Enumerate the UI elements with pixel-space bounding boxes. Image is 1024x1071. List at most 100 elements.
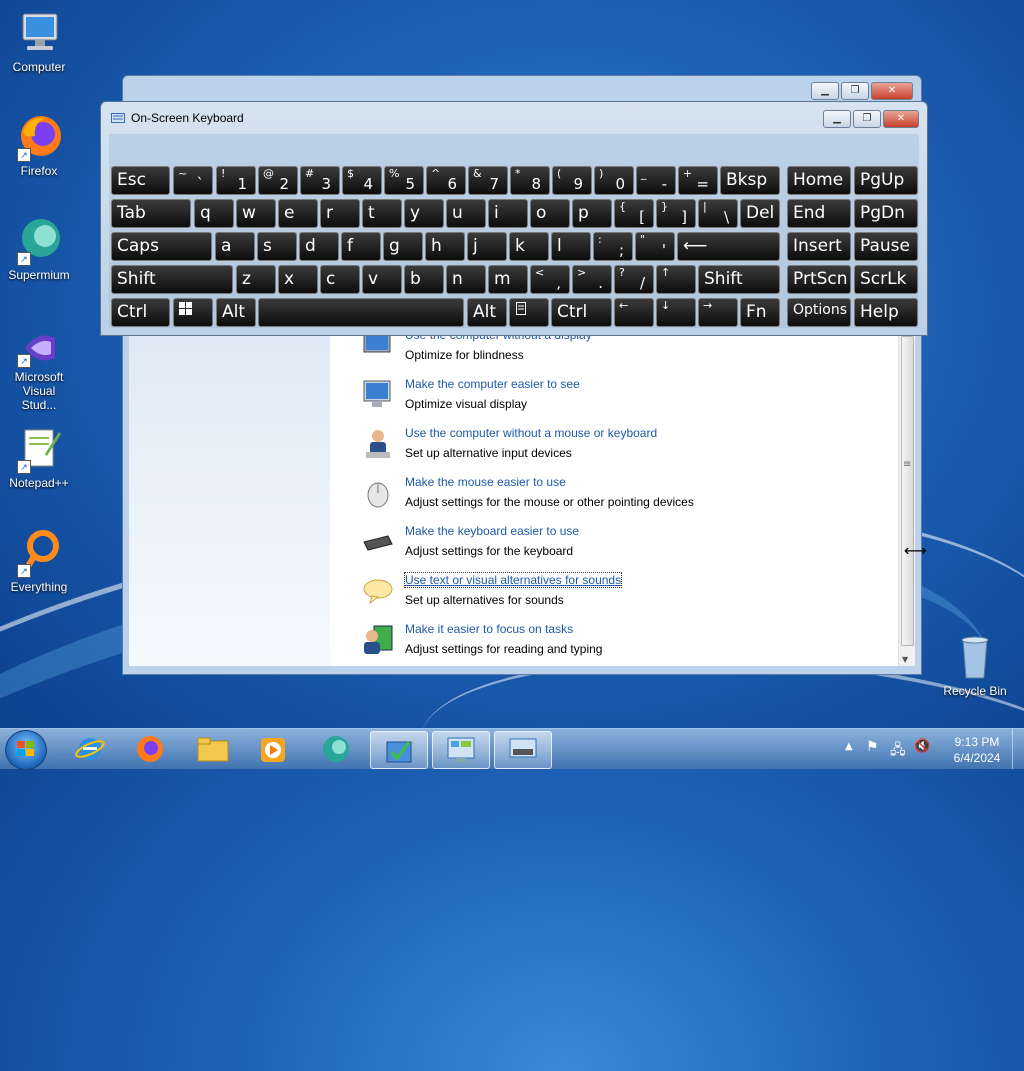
maximize-button[interactable]: ❐ [853,110,881,128]
key-t[interactable]: t [362,199,402,228]
key-6[interactable]: ^ 6 [426,166,466,195]
desktop-icon-notepadpp[interactable]: ↗ Notepad++ [0,424,78,490]
key-pause[interactable]: Pause [854,232,918,261]
key-l[interactable]: l [551,232,591,261]
key-r[interactable]: r [320,199,360,228]
key-menu[interactable] [509,298,549,327]
key-prtscn[interactable]: PrtScn [787,265,851,294]
key-help[interactable]: Help [854,298,918,327]
key-backspace[interactable]: Bksp [720,166,780,195]
key-y[interactable]: y [404,199,444,228]
on-screen-keyboard-window[interactable]: On-Screen Keyboard ▁ ❐ ✕ Esc ~ ` ! 1 @2 #3… [100,101,928,336]
key-left-bracket[interactable]: {[ [614,199,654,228]
key-x[interactable]: x [278,265,318,294]
start-button[interactable] [5,730,47,770]
key-tab[interactable]: Tab [111,199,191,228]
key-e[interactable]: e [278,199,318,228]
key-ctrl-right[interactable]: Ctrl [551,298,612,327]
key-9[interactable]: (9 [552,166,592,195]
key-arrow-down[interactable]: ↓ [656,298,696,327]
key-minus[interactable]: _ - [636,166,676,195]
key-c[interactable]: c [320,265,360,294]
key-backslash[interactable]: | \ [698,199,738,228]
key-tilde[interactable]: ~ ` [173,166,213,195]
show-hidden-icons-button[interactable]: ▲ [845,741,853,752]
key-d[interactable]: d [299,232,339,261]
key-quote[interactable]: " ' [635,232,675,261]
key-arrow-left[interactable]: ← [614,298,654,327]
key-m[interactable]: m [488,265,528,294]
key-8[interactable]: * 8 [510,166,550,195]
key-ctrl-left[interactable]: Ctrl [111,298,170,327]
key-home[interactable]: Home [787,166,851,195]
vertical-scrollbar[interactable]: ≡ ▼ [898,334,915,666]
key-arrow-right[interactable]: → [698,298,738,327]
key-a[interactable]: a [215,232,255,261]
volume-muted-icon[interactable]: 🔇 [914,739,930,754]
key-space[interactable] [258,298,464,327]
key-insert[interactable]: Insert [787,232,851,261]
minimize-button[interactable]: ▁ [823,110,851,128]
link-keyboard-easier[interactable]: Make the keyboard easier to use [405,524,579,538]
key-v[interactable]: v [362,265,402,294]
key-7[interactable]: & 7 [468,166,508,195]
desktop-icon-recycle-bin[interactable]: Recycle Bin [936,632,1014,698]
key-3[interactable]: #3 [300,166,340,195]
link-focus-tasks[interactable]: Make it easier to focus on tasks [405,622,573,636]
taskbar-internet-explorer[interactable] [62,731,118,767]
key-arrow-up[interactable]: ↑ [656,265,696,294]
scrollbar-thumb[interactable] [901,336,914,646]
desktop-icon-computer[interactable]: Computer [0,8,78,74]
desktop-icon-supermium[interactable]: ↗ Supermium [0,216,78,282]
desktop-icon-visual-studio[interactable]: ↗ Microsoft Visual Stud... [0,330,78,412]
desktop-icon-everything[interactable]: ↗ Everything [0,528,78,594]
scroll-down-arrow-icon[interactable]: ▼ [902,655,908,664]
taskbar-on-screen-keyboard[interactable] [494,731,552,769]
key-f[interactable]: f [341,232,381,261]
taskbar-action-center[interactable] [370,731,428,769]
key-j[interactable]: j [467,232,507,261]
key-0[interactable]: ) 0 [594,166,634,195]
key-options[interactable]: Options [787,298,851,327]
link-easier-to-see[interactable]: Make the computer easier to see [405,377,580,391]
link-without-mouse-keyboard[interactable]: Use the computer without a mouse or keyb… [405,426,657,440]
key-o[interactable]: o [530,199,570,228]
key-i[interactable]: i [488,199,528,228]
taskbar-control-panel[interactable] [432,731,490,769]
key-scrlk[interactable]: ScrLk [854,265,918,294]
key-pgdn[interactable]: PgDn [854,199,918,228]
desktop-icon-firefox[interactable]: ↗ Firefox [0,112,78,178]
taskbar-explorer[interactable] [185,731,241,767]
key-s[interactable]: s [257,232,297,261]
clock[interactable]: 9:13 PM 6/4/2024 [947,734,1007,766]
key-alt-right[interactable]: Alt [467,298,507,327]
minimize-button[interactable]: ▁ [811,82,839,100]
key-u[interactable]: u [446,199,486,228]
key-period[interactable]: >. [572,265,612,294]
show-desktop-button[interactable] [1012,729,1024,769]
key-shift-right[interactable]: Shift [698,265,780,294]
key-z[interactable]: z [236,265,276,294]
key-k[interactable]: k [509,232,549,261]
close-button[interactable]: ✕ [883,110,919,128]
key-g[interactable]: g [383,232,423,261]
key-end[interactable]: End [787,199,851,228]
link-mouse-easier[interactable]: Make the mouse easier to use [405,475,566,489]
key-semicolon[interactable]: :; [593,232,633,261]
key-windows[interactable] [173,298,213,327]
key-h[interactable]: h [425,232,465,261]
key-q[interactable]: q [194,199,234,228]
key-del[interactable]: Del [740,199,780,228]
close-button[interactable]: ✕ [871,82,913,100]
key-w[interactable]: w [236,199,276,228]
key-n[interactable]: n [446,265,486,294]
key-pgup[interactable]: PgUp [854,166,918,195]
maximize-button[interactable]: ❐ [841,82,869,100]
taskbar-firefox[interactable] [122,731,178,767]
key-esc[interactable]: Esc [111,166,170,195]
key-b[interactable]: b [404,265,444,294]
network-icon[interactable]: 🖧 [890,739,906,763]
key-equals[interactable]: + = [678,166,718,195]
key-4[interactable]: $4 [342,166,382,195]
key-fn[interactable]: Fn [740,298,780,327]
